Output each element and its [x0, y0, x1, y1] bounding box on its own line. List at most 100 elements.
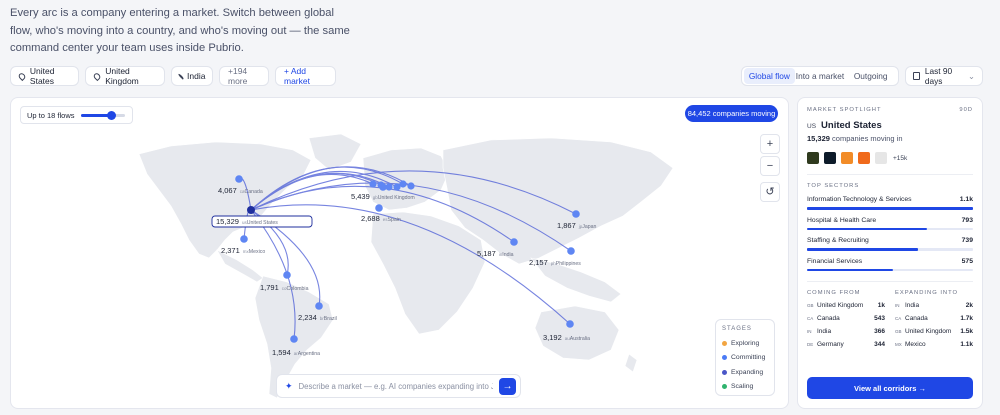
stages-legend: STAGES Exploring Committing Expanding Sc…	[715, 319, 775, 396]
date-range-select[interactable]: Last 90 days ⌄	[905, 66, 983, 86]
flow-marker[interactable]	[399, 180, 407, 188]
market-chip-united-kingdom[interactable]: United Kingdom	[85, 66, 165, 86]
divider	[807, 174, 973, 175]
market-marker-mx[interactable]	[240, 235, 248, 243]
market-marker-es[interactable]	[375, 204, 383, 212]
sector-row[interactable]: Staffing & Recruiting 739	[807, 237, 973, 251]
more-markets-chip[interactable]: +194 more	[219, 66, 269, 86]
tab-into-a-market[interactable]: Into a market	[795, 68, 846, 84]
market-marker-gb[interactable]	[379, 183, 387, 191]
country-row[interactable]: MX Mexico 1.1k	[895, 338, 973, 351]
market-label-us[interactable]: 15,329 usUnited States	[211, 215, 313, 228]
sector-row[interactable]: Hospital & Health Care 793	[807, 217, 973, 230]
reset-view-button[interactable]: ↺	[760, 182, 780, 202]
market-marker-in[interactable]	[510, 238, 518, 246]
slider-handle[interactable]	[107, 110, 117, 120]
sector-bar	[807, 268, 973, 271]
country-row[interactable]: CA Canada 1.7k	[895, 312, 973, 325]
market-label-ph[interactable]: 2,157 phPhilippines	[529, 258, 581, 267]
market-name: Philippines	[556, 261, 581, 267]
country-name: Canada	[817, 315, 840, 322]
land-greenland	[308, 133, 362, 171]
country-row[interactable]: GB United Kingdom 1k	[807, 299, 885, 312]
chip-label: India	[187, 71, 206, 81]
market-name: India	[502, 252, 513, 258]
market-marker-br[interactable]	[315, 302, 323, 310]
view-all-corridors-button[interactable]: View all corridors →	[807, 377, 973, 399]
sector-bar-fill	[807, 227, 927, 230]
country-row[interactable]: GB United Kingdom 1.5k	[895, 325, 973, 338]
date-range-label: Last 90 days	[924, 66, 953, 86]
market-count: 2,371	[221, 246, 240, 255]
market-chip-united-states[interactable]: United States	[10, 66, 79, 86]
market-count: 4,067	[218, 186, 237, 195]
market-marker-jp[interactable]	[572, 210, 580, 218]
flow-marker[interactable]	[369, 180, 377, 188]
flow-limit-label: Up to 18 flows	[27, 110, 75, 120]
more-logos-count: +15k	[893, 154, 908, 162]
country-row[interactable]: DE Germany 344	[807, 338, 885, 351]
submit-query-button[interactable]: →	[499, 377, 516, 395]
sector-row[interactable]: Financial Services 575	[807, 257, 973, 271]
zoom-in-button[interactable]: +	[760, 134, 780, 154]
market-count: 5,439	[351, 192, 370, 201]
company-logo	[841, 152, 853, 164]
chip-label: United States	[29, 66, 55, 86]
market-marker-ph[interactable]	[567, 247, 575, 255]
country-name: Canada	[905, 315, 928, 322]
country-name: United Kingdom	[905, 328, 952, 335]
legend-item-expanding: Expanding	[722, 365, 768, 380]
flow-map: 4,067 caCanada 15,329 usUnited States 2,371 m…	[10, 97, 789, 409]
market-marker-us[interactable]	[247, 206, 255, 214]
country-code: IN	[807, 329, 812, 334]
market-name: Colombia	[287, 286, 309, 292]
country-name: India	[817, 328, 832, 335]
market-count: 1,594	[272, 348, 291, 357]
country-code: GB	[895, 329, 902, 334]
country-code: GB	[807, 303, 814, 308]
country-code: US	[807, 123, 817, 130]
company-logos: +15k	[807, 152, 973, 164]
market-chip-india[interactable]: India	[171, 66, 213, 86]
market-marker-ar[interactable]	[290, 335, 298, 343]
tab-outgoing[interactable]: Outgoing	[845, 68, 896, 84]
country-row[interactable]: IN India 366	[807, 325, 885, 338]
country-value: 1.7k	[960, 315, 973, 322]
market-marker-co[interactable]	[283, 271, 291, 279]
legend-label: Exploring	[731, 339, 760, 347]
market-count: 3,192	[543, 333, 562, 342]
flow-limit-slider[interactable]: Up to 18 flows	[20, 106, 133, 124]
country-value: 1k	[877, 302, 885, 309]
sector-value: 575	[961, 257, 973, 265]
market-name: Canada	[245, 189, 263, 195]
country-row[interactable]: CA Canada 543	[807, 312, 885, 325]
market-query-bar: ✦ Describe a market — e.g. AI companies …	[276, 374, 521, 398]
market-name: Mexico	[249, 249, 266, 255]
country-row[interactable]: IN India 2k	[895, 299, 973, 312]
sector-name: Staffing & Recruiting	[807, 237, 869, 244]
svg-text:2,371mxMexico: 2,371 mxMexico	[221, 246, 265, 255]
intro-text: Every arc is a company entering a market…	[10, 7, 350, 54]
zoom-out-button[interactable]: −	[760, 156, 780, 176]
market-spotlight-panel: MARKET SPOTLIGHT 90D US United States 15…	[797, 97, 983, 409]
company-logo	[807, 152, 819, 164]
expanding-into-list: EXPANDING INTO IN India 2k CA Canada 1.7k GB Un…	[895, 290, 973, 351]
legend-item-committing: Committing	[722, 351, 768, 366]
country-value: 344	[874, 341, 885, 348]
market-marker-au[interactable]	[566, 320, 574, 328]
market-count: 2,157	[529, 258, 548, 267]
slider-track[interactable]	[80, 110, 125, 120]
market-label-mx[interactable]: 2,371 mxMexico	[221, 246, 265, 255]
market-count: 1,791	[260, 283, 279, 292]
market-marker-ca[interactable]	[235, 175, 243, 183]
calendar-icon	[913, 72, 920, 80]
sector-value: 1.1k	[959, 196, 973, 203]
tab-global-flow[interactable]: Global flow	[744, 68, 795, 84]
top-sectors-title: TOP SECTORS	[807, 183, 860, 189]
flow-marker[interactable]	[407, 182, 415, 190]
spotlight-caption: MARKET SPOTLIGHT	[807, 107, 882, 113]
sector-row[interactable]: Information Technology & Services 1.1k	[807, 196, 973, 210]
market-query-input[interactable]: Describe a market — e.g. AI companies ex…	[299, 382, 493, 391]
market-name: Spain	[388, 217, 401, 223]
add-market-button[interactable]: + Add market	[275, 66, 336, 86]
